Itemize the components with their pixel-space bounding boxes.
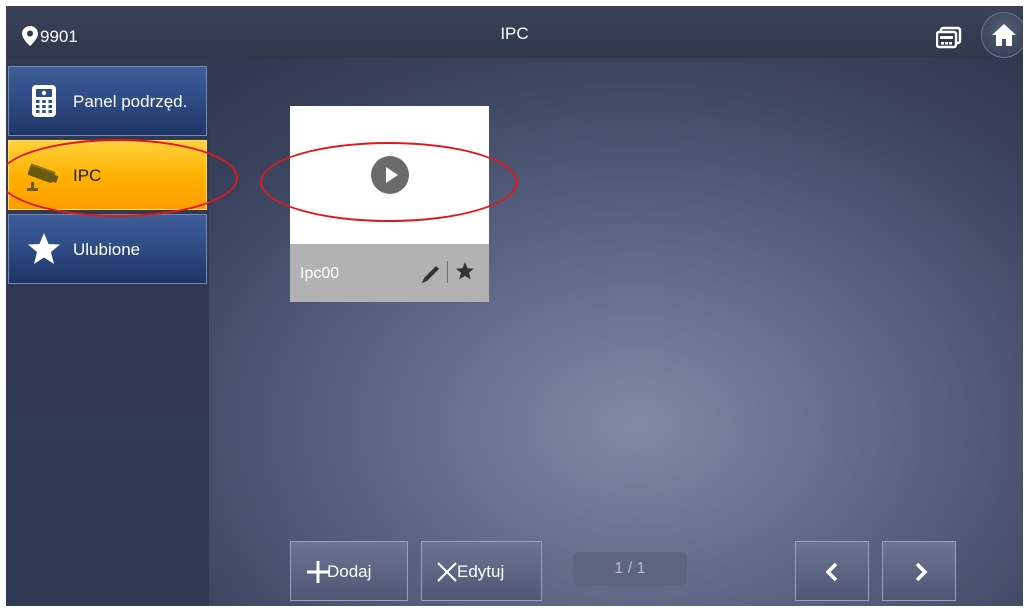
sidebar-item-panel[interactable]: Panel podrzęd. (8, 66, 207, 136)
camera-card[interactable]: Ipc00 (290, 106, 489, 302)
home-icon (992, 24, 1016, 46)
page-title: IPC (500, 24, 529, 43)
camera-preview[interactable] (290, 106, 489, 244)
chevron-left-icon (825, 562, 838, 582)
divider (447, 261, 448, 283)
sidebar-item-ipc[interactable]: IPC (8, 140, 207, 210)
favorite-star-icon[interactable] (455, 261, 475, 281)
sidebar-item-label: Ulubione (73, 240, 141, 259)
door-panel-icon (32, 85, 56, 117)
chevron-right-icon (915, 562, 928, 582)
sidebar-item-label: IPC (73, 166, 102, 185)
home-button[interactable] (981, 12, 1023, 58)
camera-name: Ipc00 (300, 265, 340, 282)
camera-icon (27, 163, 59, 191)
sidebar: Panel podrzęd. IPC Ulubione (6, 58, 209, 606)
play-button[interactable] (371, 156, 409, 194)
page-indicator: 1 / 1 (573, 552, 687, 586)
edit-button[interactable]: Edytuj (421, 541, 542, 601)
app-screen: 9901 IPC Panel podrzęd. IPC Ulubione Ipc… (6, 6, 1023, 606)
play-icon (386, 167, 398, 183)
star-icon (28, 233, 60, 264)
add-label: Dodaj (327, 562, 372, 581)
camera-card-footer: Ipc00 (290, 244, 489, 302)
sidebar-item-favorites[interactable]: Ulubione (8, 214, 207, 284)
add-button[interactable]: Dodaj (290, 541, 408, 601)
monitor-list-icon[interactable] (936, 26, 962, 50)
pencil-icon[interactable] (420, 263, 442, 283)
sidebar-item-label: Panel podrzęd. (73, 92, 188, 111)
previous-page-button[interactable] (795, 541, 869, 601)
close-x-icon (437, 562, 457, 582)
top-bar: 9901 IPC (6, 6, 1023, 58)
next-page-button[interactable] (882, 541, 956, 601)
edit-label: Edytuj (457, 562, 505, 581)
plus-icon (307, 561, 329, 583)
